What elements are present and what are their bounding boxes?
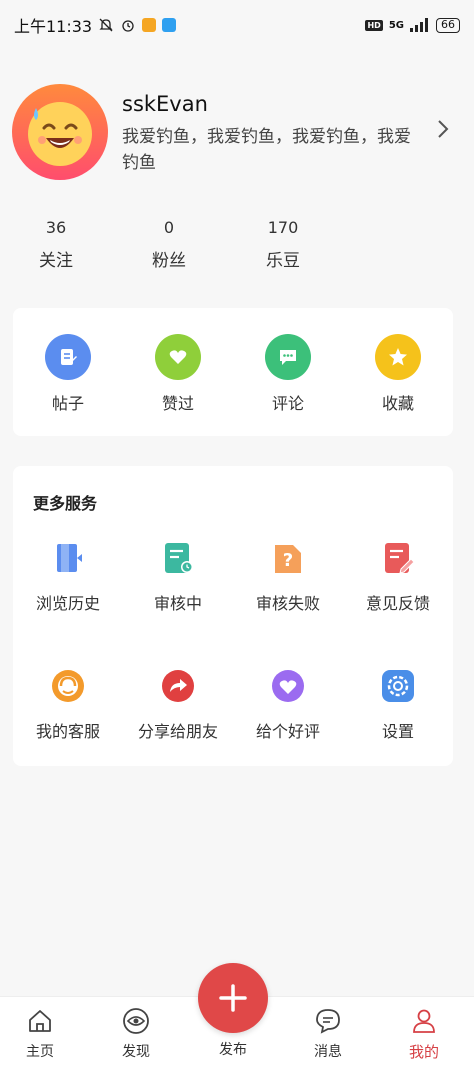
quick-action-label: 帖子 <box>51 394 84 413</box>
service-reviewing[interactable]: 审核中 <box>123 540 233 614</box>
status-bar: 上午11:33 HD 5G 66 <box>0 0 474 50</box>
mute-bell-icon <box>99 18 113 32</box>
quick-action-label: 收藏 <box>381 394 414 413</box>
alarm-clock-icon <box>122 20 134 32</box>
username: sskEvan <box>122 92 208 116</box>
service-label: 审核中 <box>153 594 202 613</box>
service-review-failed[interactable]: ? 审核失败 <box>233 540 343 614</box>
quick-action-comments[interactable]: 评论 <box>248 334 328 414</box>
service-label: 我的客服 <box>35 722 100 741</box>
profile-header[interactable]: sskEvan 我爱钓鱼，我爱钓鱼，我爱钓鱼，我爱钓鱼 <box>12 84 462 184</box>
reviewing-icon <box>160 540 196 576</box>
tab-label: 我的 <box>408 1043 439 1061</box>
quick-action-posts[interactable]: 帖子 <box>28 334 108 414</box>
service-label: 给个好评 <box>255 722 320 741</box>
service-feedback[interactable]: 意见反馈 <box>343 540 453 614</box>
quick-action-label: 赞过 <box>161 394 194 413</box>
stat-value: 36 <box>45 218 67 237</box>
share-icon <box>160 668 196 704</box>
star-icon <box>375 334 421 380</box>
service-label: 设置 <box>381 722 414 741</box>
history-icon <box>50 540 86 576</box>
avatar[interactable] <box>12 84 108 180</box>
quick-actions-card: 帖子 赞过 评论 收藏 <box>13 308 453 436</box>
user-bio: 我爱钓鱼，我爱钓鱼，我爱钓鱼，我爱钓鱼 <box>122 127 411 173</box>
tab-label: 主页 <box>26 1044 54 1060</box>
chevron-right-icon[interactable] <box>432 118 454 140</box>
eye-icon <box>123 1008 149 1034</box>
section-title: 更多服务 <box>33 494 98 513</box>
service-rate[interactable]: 给个好评 <box>233 668 343 742</box>
hd-badge: HD <box>365 19 383 31</box>
service-history[interactable]: 浏览历史 <box>13 540 123 614</box>
battery-indicator: 66 <box>436 17 460 33</box>
stat-label: 乐豆 <box>266 251 300 271</box>
stat-value: 0 <box>163 218 175 237</box>
chat-bubble-icon <box>316 1009 340 1034</box>
tab-messages[interactable]: 消息 <box>293 1007 363 1061</box>
stat-following[interactable]: 36 关注 <box>16 218 96 271</box>
review-failed-icon: ? <box>270 540 306 576</box>
stat-coins[interactable]: 170 乐豆 <box>243 218 323 271</box>
publish-button[interactable] <box>198 963 268 1033</box>
customer-service-icon <box>50 668 86 704</box>
service-label: 分享给朋友 <box>137 722 218 741</box>
post-icon <box>45 334 91 380</box>
service-settings[interactable]: 设置 <box>343 668 453 742</box>
service-label: 浏览历史 <box>35 594 100 613</box>
publish-label: 发布 <box>219 1042 247 1058</box>
tab-label: 消息 <box>314 1044 342 1060</box>
plus-icon <box>219 984 247 1012</box>
status-time: 上午11:33 <box>14 17 93 36</box>
stat-label: 关注 <box>39 251 73 271</box>
signal-icon <box>410 18 428 32</box>
service-label: 意见反馈 <box>365 594 430 613</box>
app-notification-icon <box>142 18 157 32</box>
rate-heart-icon <box>270 668 306 704</box>
home-icon <box>29 1010 51 1032</box>
settings-gear-icon <box>380 668 416 704</box>
stat-label: 粉丝 <box>152 251 186 271</box>
tab-discover[interactable]: 发现 <box>101 1007 171 1061</box>
heart-icon <box>155 334 201 380</box>
svg-text:?: ? <box>283 550 293 571</box>
tab-home[interactable]: 主页 <box>5 1007 75 1061</box>
more-services-card: 更多服务 浏览历史 审核中 ? 审核失败 意见反馈 我的客服 分享给朋友 给个好… <box>13 466 453 766</box>
quick-action-liked[interactable]: 赞过 <box>138 334 218 414</box>
stats-row: 36 关注 0 粉丝 170 乐豆 <box>0 218 474 274</box>
quick-action-label: 评论 <box>271 394 304 413</box>
feedback-icon <box>380 540 416 576</box>
stat-value: 170 <box>267 218 299 237</box>
tab-mine[interactable]: 我的 <box>389 1007 459 1062</box>
comment-icon <box>265 334 311 380</box>
service-share[interactable]: 分享给朋友 <box>123 668 233 742</box>
app-notification-icon <box>162 18 177 32</box>
service-label: 审核失败 <box>255 594 320 613</box>
network-label: 5G <box>388 19 404 31</box>
service-customer-service[interactable]: 我的客服 <box>13 668 123 742</box>
tab-label: 发现 <box>122 1044 150 1060</box>
stat-followers[interactable]: 0 粉丝 <box>129 218 209 271</box>
sweat-smile-emoji-icon <box>28 102 92 166</box>
user-icon <box>413 1009 435 1033</box>
quick-action-favorites[interactable]: 收藏 <box>358 334 438 414</box>
